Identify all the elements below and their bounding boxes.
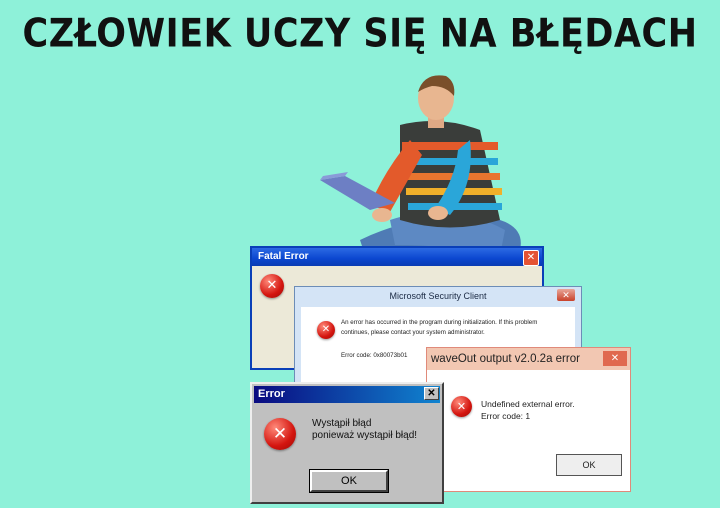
error-x-icon: ✕ [260, 274, 284, 298]
security-client-title: Microsoft Security Client [389, 291, 487, 301]
security-client-error-code: Error code: 0x80073b01 [341, 352, 408, 359]
win98-message-line1: Wystąpił błąd [312, 418, 372, 429]
win98-error-title: Error [254, 386, 440, 403]
waveout-error-window[interactable]: waveOut output v2.0.2a error ✕ ✕ Undefin… [426, 347, 631, 492]
waveout-message: Undefined external error. Error code: 1 [481, 398, 621, 422]
security-client-message: An error has occurred in the program dur… [341, 319, 538, 336]
headline: CZŁOWIEK UCZY SIĘ NA BŁĘDACH [22, 11, 698, 57]
close-x-icon[interactable]: ✕ [424, 387, 439, 400]
close-x-icon[interactable]: ✕ [557, 289, 575, 301]
win98-error-message: Wystąpił błąd ponieważ wystąpił błąd! [312, 418, 442, 442]
waveout-message-line1: Undefined external error. [481, 399, 575, 409]
error-x-icon: ✕ [317, 321, 335, 339]
close-x-icon[interactable]: ✕ [523, 250, 539, 266]
error-x-icon: ✕ [451, 396, 472, 417]
error-x-icon: ✕ [264, 418, 296, 450]
close-x-icon[interactable]: ✕ [603, 351, 627, 366]
waveout-title: waveOut output v2.0.2a error [427, 348, 630, 370]
win98-error-window[interactable]: Error ✕ ✕ Wystąpił błąd ponieważ wystąpi… [250, 382, 444, 504]
waveout-message-line2: Error code: 1 [481, 411, 531, 421]
waveout-ok-button[interactable]: OK [556, 454, 622, 476]
win98-message-line2: ponieważ wystąpił błąd! [312, 430, 418, 441]
fatal-error-title: Fatal Error [252, 248, 542, 266]
win98-ok-button[interactable]: OK [309, 469, 389, 493]
